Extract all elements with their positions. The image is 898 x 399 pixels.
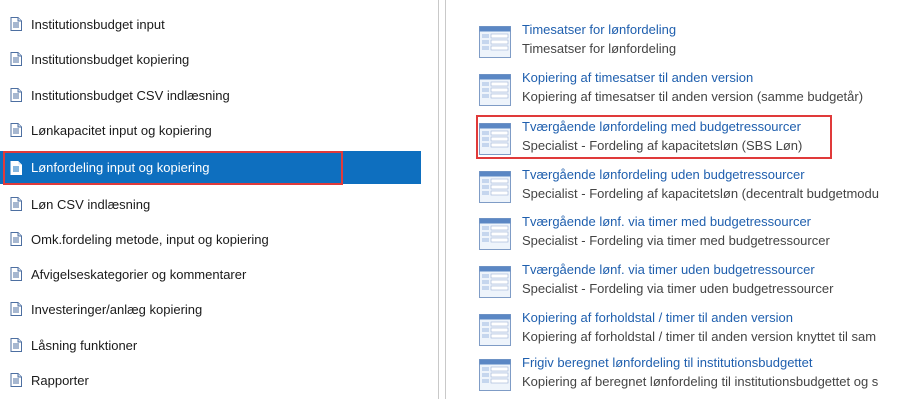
link-item-tvaergaende-uden[interactable]: Tværgående lønfordeling uden budgetresso… xyxy=(467,165,898,211)
form-icon xyxy=(479,123,511,155)
link-description: Specialist - Fordeling via timer uden bu… xyxy=(522,281,834,296)
menu-item-institutionsbudget-csv[interactable]: Institutionsbudget CSV indlæsning xyxy=(0,79,421,111)
menu-item-lon-csv[interactable]: Løn CSV indlæsning xyxy=(0,188,421,220)
menu-item-lasning[interactable]: Låsning funktioner xyxy=(0,329,421,361)
link-item-lonf-timer-uden[interactable]: Tværgående lønf. via timer uden budgetre… xyxy=(467,260,898,306)
document-icon xyxy=(10,52,22,66)
link-title[interactable]: Kopiering af forholdstal / timer til and… xyxy=(522,310,793,325)
menu-item-label: Løn CSV indlæsning xyxy=(31,196,151,212)
link-title[interactable]: Tværgående lønf. via timer med budgetres… xyxy=(522,214,811,229)
menu-item-rapporter[interactable]: Rapporter xyxy=(0,364,421,396)
menu-item-label: Lønfordeling input og kopiering xyxy=(31,160,210,175)
form-icon xyxy=(479,171,511,203)
menu-item-lonfordeling[interactable]: Lønfordeling input og kopiering xyxy=(0,151,421,184)
document-icon xyxy=(10,160,22,175)
link-description: Specialist - Fordeling af kapacitetsløn … xyxy=(522,186,879,201)
link-description: Kopiering af forholdstal / timer til and… xyxy=(522,329,877,344)
link-description: Kopiering af beregnet lønfordeling til i… xyxy=(522,374,879,389)
left-menu: Institutionsbudget input Institutionsbud… xyxy=(0,0,421,399)
menu-item-afvigelseskategorier[interactable]: Afvigelseskategorier og kommentarer xyxy=(0,258,421,290)
menu-item-institutionsbudget-input[interactable]: Institutionsbudget input xyxy=(0,8,421,40)
link-title[interactable]: Frigiv beregnet lønfordeling til institu… xyxy=(522,355,813,370)
document-icon xyxy=(10,267,22,281)
link-item-kopiering-timesatser[interactable]: Kopiering af timesatser til anden versio… xyxy=(467,68,898,114)
panel-divider xyxy=(445,0,446,399)
menu-item-label: Investeringer/anlæg kopiering xyxy=(31,301,203,317)
link-description: Specialist - Fordeling af kapacitetsløn … xyxy=(522,138,803,153)
menu-item-label: Institutionsbudget input xyxy=(31,16,165,32)
link-title[interactable]: Kopiering af timesatser til anden versio… xyxy=(522,70,753,85)
link-description: Specialist - Fordeling via timer med bud… xyxy=(522,233,830,248)
form-icon xyxy=(479,314,511,346)
link-item-tvaergaende-med[interactable]: Tværgående lønfordeling med budgetressou… xyxy=(467,117,898,163)
menu-item-omkfordeling[interactable]: Omk.fordeling metode, input og kopiering xyxy=(0,223,421,255)
menu-item-label: Låsning funktioner xyxy=(31,337,138,353)
form-icon xyxy=(479,266,511,298)
form-icon xyxy=(479,74,511,106)
menu-item-lonkapacitet[interactable]: Lønkapacitet input og kopiering xyxy=(0,114,421,146)
document-icon xyxy=(10,373,22,387)
form-icon xyxy=(479,218,511,250)
menu-item-investeringer[interactable]: Investeringer/anlæg kopiering xyxy=(0,293,421,325)
link-description: Kopiering af timesatser til anden versio… xyxy=(522,89,864,104)
document-icon xyxy=(10,123,22,137)
menu-item-label: Lønkapacitet input og kopiering xyxy=(31,122,212,138)
document-icon xyxy=(10,338,22,352)
link-description: Timesatser for lønfordeling xyxy=(522,41,677,56)
document-icon xyxy=(10,17,22,31)
link-item-timesatser[interactable]: Timesatser for lønfordeling Timesatser f… xyxy=(467,20,898,66)
form-icon xyxy=(479,26,511,58)
document-icon xyxy=(10,302,22,316)
link-title[interactable]: Timesatser for lønfordeling xyxy=(522,22,676,37)
link-title[interactable]: Tværgående lønf. via timer uden budgetre… xyxy=(522,262,815,277)
menu-item-label: Omk.fordeling metode, input og kopiering xyxy=(31,231,269,247)
menu-item-label: Institutionsbudget kopiering xyxy=(31,51,190,67)
menu-item-label: Afvigelseskategorier og kommentarer xyxy=(31,266,247,282)
menu-item-label: Rapporter xyxy=(31,372,89,388)
menu-item-label: Institutionsbudget CSV indlæsning xyxy=(31,87,230,103)
link-item-lonf-timer-med[interactable]: Tværgående lønf. via timer med budgetres… xyxy=(467,212,898,258)
document-icon xyxy=(10,197,22,211)
link-item-frigiv[interactable]: Frigiv beregnet lønfordeling til institu… xyxy=(467,353,898,399)
link-title[interactable]: Tværgående lønfordeling uden budgetresso… xyxy=(522,167,805,182)
panel-divider xyxy=(438,0,439,399)
document-icon xyxy=(10,88,22,102)
link-item-kopiering-forholdstal[interactable]: Kopiering af forholdstal / timer til and… xyxy=(467,308,898,354)
menu-item-institutionsbudget-kopiering[interactable]: Institutionsbudget kopiering xyxy=(0,43,421,75)
link-title[interactable]: Tværgående lønfordeling med budgetressou… xyxy=(522,119,801,134)
form-icon xyxy=(479,359,511,391)
document-icon xyxy=(10,232,22,246)
right-panel: Timesatser for lønfordeling Timesatser f… xyxy=(467,0,898,399)
